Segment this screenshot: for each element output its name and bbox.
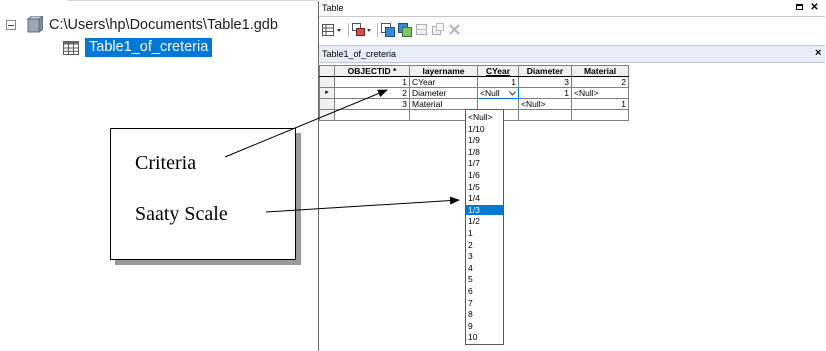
dropdown-option[interactable]: <Null>: [466, 112, 503, 122]
cell-empty[interactable]: [518, 109, 572, 121]
cell-material[interactable]: 2: [571, 76, 629, 88]
table-name-label[interactable]: Table1_of_creteria: [85, 38, 213, 57]
dropdown-option[interactable]: 10: [466, 332, 503, 342]
close-icon[interactable]: ✕: [809, 2, 820, 13]
row-selector-header[interactable]: [319, 65, 335, 77]
cell-empty[interactable]: [334, 109, 410, 121]
dropdown-option[interactable]: 4: [466, 263, 503, 273]
cell-diameter[interactable]: 3: [518, 76, 572, 88]
column-header-cyear[interactable]: CYear: [477, 65, 519, 77]
switch-selection-icon[interactable]: [398, 23, 412, 37]
zoom-to-selected-icon[interactable]: [431, 23, 445, 37]
dropdown-option[interactable]: 1/9: [466, 135, 503, 145]
saaty-dropdown-list[interactable]: <Null> 1/10 1/9 1/8 1/7 1/6 1/5 1/4 1/3 1/2 1 2 3 4 5 6…: [465, 109, 504, 345]
related-tables-icon[interactable]: [352, 23, 374, 37]
dropdown-option[interactable]: 1/3: [466, 204, 503, 215]
tree-node-gdb[interactable]: C:\Users\hp\Documents\Table1.gdb: [6, 16, 278, 34]
dropdown-option[interactable]: 9: [466, 321, 503, 331]
dropdown-option[interactable]: 1/4: [466, 193, 503, 203]
row-selector[interactable]: [319, 98, 335, 110]
table-icon: [63, 40, 79, 55]
row-selector[interactable]: [319, 109, 335, 121]
column-header-cyear-label: CYear: [485, 66, 511, 76]
column-header-diameter[interactable]: Diameter: [518, 65, 572, 77]
dropdown-option[interactable]: 1/2: [466, 216, 503, 226]
dropdown-option[interactable]: 3: [466, 251, 503, 261]
dropdown-option[interactable]: 1: [466, 228, 503, 238]
tab-label[interactable]: Table1_of_creteria: [322, 49, 396, 59]
cell-objectid[interactable]: 1: [334, 76, 410, 88]
cell-diameter[interactable]: 1: [518, 87, 572, 99]
table-options-icon[interactable]: [322, 23, 344, 37]
table-window: Table ✕ Table1_of_creteria × OBJECTID * …: [318, 1, 826, 351]
annotation-callout: Criteria Saaty Scale: [110, 128, 296, 260]
catalog-tree: C:\Users\hp\Documents\Table1.gdb Table1_…: [0, 0, 318, 70]
table-header-row: OBJECTID * layername CYear Diameter Mate…: [319, 65, 629, 77]
table-row[interactable]: 1 CYear 1 3 2: [319, 76, 629, 88]
window-title: Table: [322, 3, 344, 13]
select-by-attributes-icon[interactable]: [381, 23, 395, 37]
delete-selected-icon[interactable]: [448, 23, 462, 37]
column-header-objectid[interactable]: OBJECTID *: [334, 65, 410, 77]
clear-selection-icon[interactable]: [415, 23, 429, 37]
tree-node-table[interactable]: Table1_of_creteria: [63, 38, 213, 57]
dropdown-option[interactable]: 1/5: [466, 182, 503, 192]
cell-material[interactable]: 1: [571, 98, 629, 110]
row-selector[interactable]: [319, 76, 335, 88]
window-titlebar: Table ✕: [319, 1, 825, 17]
divider: [68, 0, 318, 1]
dropdown-option[interactable]: 5: [466, 274, 503, 284]
cell-layername[interactable]: Diameter: [409, 87, 478, 99]
cell-layername[interactable]: CYear: [409, 76, 478, 88]
cell-objectid[interactable]: 3: [334, 98, 410, 110]
gdb-path-label[interactable]: C:\Users\hp\Documents\Table1.gdb: [49, 17, 278, 33]
saaty-scale-label: Saaty Scale: [135, 203, 228, 225]
dropdown-option[interactable]: 6: [466, 286, 503, 296]
column-header-material[interactable]: Material: [571, 65, 629, 77]
geodatabase-icon: [26, 16, 43, 33]
toolbar-separator: [348, 23, 349, 37]
maximize-icon[interactable]: [794, 2, 805, 13]
criteria-label: Criteria: [135, 152, 197, 174]
cell-cyear[interactable]: [477, 98, 519, 110]
cyear-combo-box[interactable]: <Null: [477, 87, 519, 99]
cell-layername[interactable]: Material: [409, 98, 478, 110]
cell-cyear[interactable]: 1: [477, 76, 519, 88]
toolbar-separator: [377, 23, 378, 37]
table-row[interactable]: 3 Material <Null> 1: [319, 98, 629, 110]
chevron-down-icon[interactable]: [509, 90, 516, 96]
cell-material[interactable]: <Null>: [571, 87, 629, 99]
dropdown-option[interactable]: 8: [466, 309, 503, 319]
dropdown-option[interactable]: 1/7: [466, 158, 503, 168]
tab-close-icon[interactable]: ×: [815, 47, 821, 59]
cell-diameter[interactable]: <Null>: [518, 98, 572, 110]
collapse-icon[interactable]: [6, 20, 16, 30]
table-toolbar: [319, 18, 825, 42]
table-tab[interactable]: Table1_of_creteria ×: [319, 45, 825, 63]
row-selector[interactable]: ▸: [319, 87, 335, 99]
dropdown-option[interactable]: 2: [466, 240, 503, 250]
dropdown-option[interactable]: 1/6: [466, 170, 503, 180]
table-row[interactable]: ▸ 2 Diameter <Null 1 <Null>: [319, 87, 629, 99]
combo-value: <Null: [480, 88, 500, 98]
cell-empty[interactable]: [571, 109, 629, 121]
dropdown-option[interactable]: 7: [466, 298, 503, 308]
dropdown-option[interactable]: 1/10: [466, 124, 503, 134]
dropdown-option[interactable]: 1/8: [466, 147, 503, 157]
cell-objectid[interactable]: 2: [334, 87, 410, 99]
column-header-layername[interactable]: layername: [409, 65, 478, 77]
